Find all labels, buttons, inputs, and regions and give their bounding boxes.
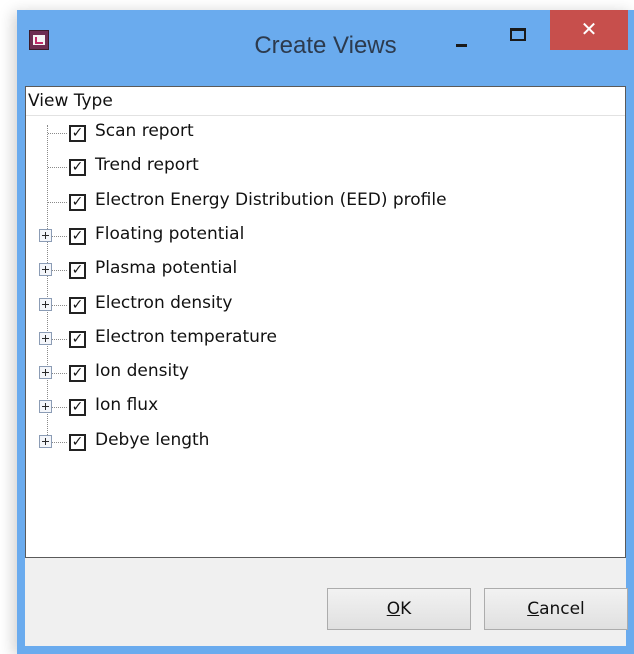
checkbox[interactable]: ✓ bbox=[69, 433, 86, 451]
expand-icon[interactable] bbox=[39, 228, 52, 242]
tree-item[interactable]: ✓ Electron density bbox=[26, 288, 625, 322]
tree-item-label: Scan report bbox=[95, 121, 194, 141]
tree-connector bbox=[48, 133, 67, 134]
checkbox[interactable]: ✓ bbox=[69, 262, 86, 280]
tree-item-label: Floating potential bbox=[95, 223, 245, 244]
tree-connector bbox=[52, 407, 67, 409]
check-icon: ✓ bbox=[71, 227, 84, 244]
close-icon: ✕ bbox=[580, 17, 598, 41]
ok-mnemonic: O bbox=[386, 599, 401, 619]
expand-icon[interactable] bbox=[39, 400, 52, 414]
tree-item[interactable]: ✓ Debye length bbox=[26, 425, 625, 459]
dialog-body: View Type ✓ Scan report ✓ Trend report ✓ Elec… bbox=[25, 86, 628, 646]
tree-connector bbox=[52, 235, 67, 237]
view-type-tree[interactable]: View Type ✓ Scan report ✓ Trend report ✓ Elec… bbox=[25, 86, 626, 558]
expand-icon[interactable] bbox=[39, 366, 52, 380]
create-views-window: Create Views ✕ View Type ✓ Scan report ✓ Tr… bbox=[17, 10, 634, 654]
tree-item[interactable]: ✓ Trend report bbox=[26, 150, 625, 184]
tree-connector bbox=[52, 441, 67, 443]
check-icon: ✓ bbox=[71, 193, 84, 210]
tree-connector bbox=[48, 201, 67, 203]
tree-header[interactable]: View Type bbox=[26, 87, 625, 116]
expand-icon[interactable] bbox=[39, 297, 52, 311]
maximize-button[interactable] bbox=[498, 18, 538, 58]
tree-item-label: Trend report bbox=[95, 155, 199, 176]
checkbox[interactable]: ✓ bbox=[69, 125, 86, 142]
checkbox[interactable]: ✓ bbox=[69, 193, 86, 211]
check-icon: ✓ bbox=[71, 296, 84, 313]
tree-item[interactable]: ✓ Plasma potential bbox=[26, 253, 625, 287]
checkbox[interactable]: ✓ bbox=[69, 296, 86, 314]
tree-item[interactable]: ✓ Ion density bbox=[26, 356, 625, 390]
check-icon: ✓ bbox=[71, 433, 84, 450]
tree-connector bbox=[52, 338, 67, 340]
tree-connector bbox=[52, 304, 67, 306]
tree-item[interactable]: ✓ Scan report bbox=[26, 116, 625, 150]
ok-label-rest: K bbox=[400, 599, 412, 619]
title-bar[interactable]: Create Views ✕ bbox=[17, 10, 634, 86]
check-icon: ✓ bbox=[71, 399, 84, 416]
check-icon: ✓ bbox=[71, 262, 84, 279]
check-icon: ✓ bbox=[71, 330, 84, 347]
checkbox[interactable]: ✓ bbox=[69, 227, 86, 245]
checkbox[interactable]: ✓ bbox=[69, 159, 86, 177]
tree-connector bbox=[52, 373, 67, 375]
cancel-mnemonic: C bbox=[527, 599, 540, 619]
tree-item-label: Electron density bbox=[95, 292, 233, 313]
ok-button[interactable]: OK bbox=[327, 588, 471, 630]
tree-item[interactable]: ✓ Electron Energy Distribution (EED) prof… bbox=[26, 185, 625, 219]
tree-item-label: Debye length bbox=[95, 429, 210, 450]
tree-item[interactable]: ✓ Electron temperature bbox=[26, 322, 625, 356]
checkbox[interactable]: ✓ bbox=[69, 399, 86, 417]
tree-item[interactable]: ✓ Ion flux bbox=[26, 390, 625, 424]
cancel-button[interactable]: Cancel bbox=[484, 588, 628, 630]
minimize-button[interactable] bbox=[442, 18, 482, 58]
tree-item-label: Ion flux bbox=[95, 395, 159, 416]
close-button[interactable]: ✕ bbox=[550, 10, 628, 50]
cancel-label-rest: ancel bbox=[539, 599, 585, 619]
check-icon: ✓ bbox=[71, 125, 84, 141]
checkbox[interactable]: ✓ bbox=[69, 330, 86, 348]
check-icon: ✓ bbox=[71, 159, 84, 176]
tree-item-label: Plasma potential bbox=[95, 258, 238, 279]
tree-connector bbox=[52, 270, 67, 272]
tree-item-label: Ion density bbox=[95, 361, 189, 382]
expand-icon[interactable] bbox=[39, 434, 52, 448]
tree-item[interactable]: ✓ Floating potential bbox=[26, 219, 625, 253]
check-icon: ✓ bbox=[71, 365, 84, 382]
window-title: Create Views bbox=[254, 32, 397, 59]
tree-item-label: Electron Energy Distribution (EED) profi… bbox=[95, 189, 447, 210]
checkbox[interactable]: ✓ bbox=[69, 365, 86, 383]
expand-icon[interactable] bbox=[39, 263, 52, 277]
tree-item-label: Electron temperature bbox=[95, 326, 277, 347]
expand-icon[interactable] bbox=[39, 331, 52, 345]
tree-connector bbox=[48, 167, 67, 169]
